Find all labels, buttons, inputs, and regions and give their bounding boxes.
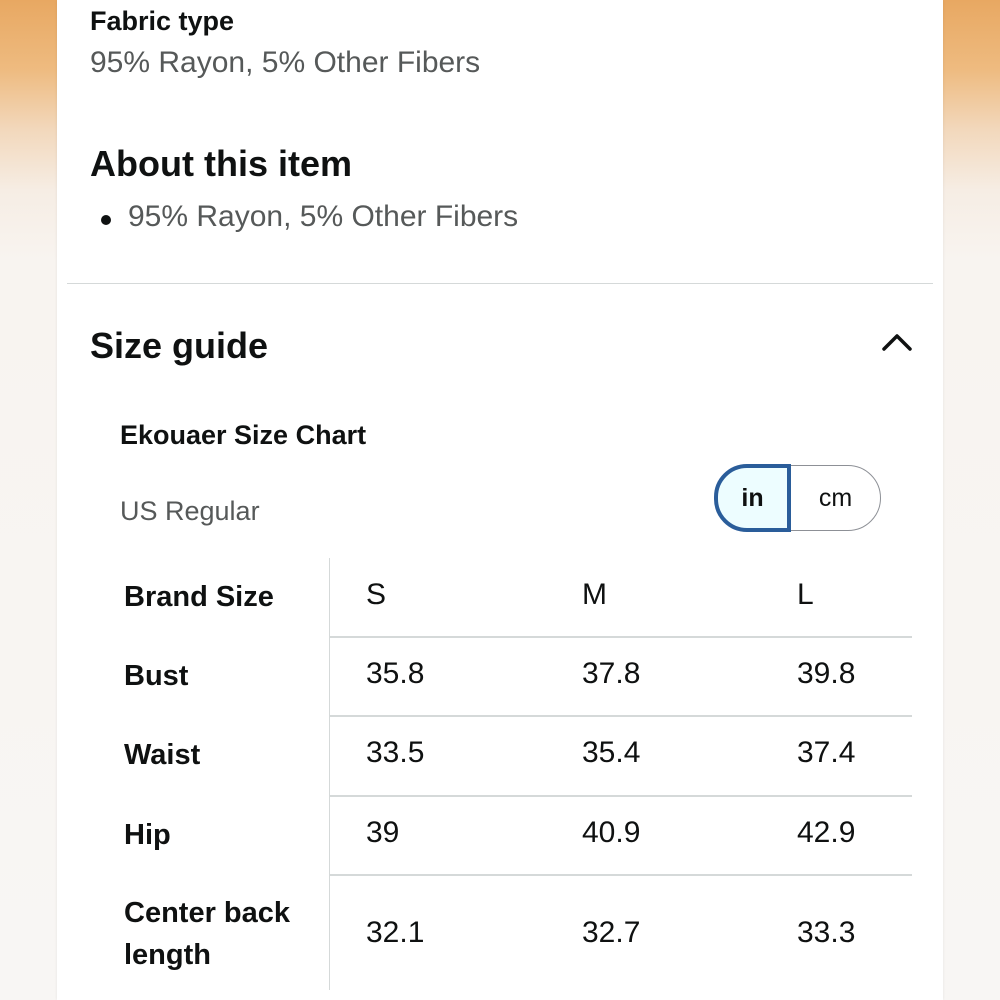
table-cell: 32.7: [582, 916, 641, 949]
unit-toggle: in cm: [714, 464, 881, 532]
unit-option-in[interactable]: in: [714, 464, 791, 532]
chevron-up-icon[interactable]: [880, 328, 914, 354]
size-region-label: US Regular: [120, 496, 260, 526]
table-row-divider: [330, 874, 912, 876]
table-cell: 42.9: [797, 816, 856, 849]
size-chart-table: Brand Size S M L Bust 35.8 37.8 39.8 Wai…: [110, 558, 912, 990]
fabric-type-label: Fabric type: [90, 6, 235, 36]
about-bullet-text: 95% Rayon, 5% Other Fibers: [128, 200, 519, 233]
row-label-center-back-length: Center back length: [124, 897, 291, 971]
table-row-divider: [330, 715, 912, 717]
row-label-hip: Hip: [124, 819, 171, 851]
product-details-card: Fabric type 95% Rayon, 5% Other Fibers A…: [57, 0, 943, 1000]
table-cell: 39: [366, 816, 400, 849]
brand-size-header: Brand Size: [124, 581, 274, 613]
table-row-divider: [330, 795, 912, 797]
row-label-bust: Bust: [124, 660, 189, 692]
about-this-item-heading: About this item: [90, 143, 352, 184]
table-cell: 40.9: [582, 816, 641, 849]
table-cell: 32.1: [366, 916, 425, 949]
table-row-divider: [330, 636, 912, 638]
bullet-dot-icon: [101, 215, 111, 225]
unit-option-cm[interactable]: cm: [791, 466, 880, 530]
size-header-m: M: [582, 578, 607, 611]
table-cell: 35.8: [366, 657, 425, 690]
section-divider: [67, 283, 933, 284]
row-label-waist: Waist: [124, 739, 201, 771]
about-bullet-list: 95% Rayon, 5% Other Fibers: [90, 200, 518, 234]
size-header-l: L: [797, 578, 814, 611]
table-column-divider: [329, 558, 330, 990]
table-cell: 39.8: [797, 657, 856, 690]
table-cell: 33.3: [797, 916, 856, 949]
about-bullet-item: 95% Rayon, 5% Other Fibers: [90, 200, 518, 234]
size-guide-heading[interactable]: Size guide: [90, 325, 268, 367]
size-chart-title: Ekouaer Size Chart: [120, 420, 367, 450]
fabric-type-value: 95% Rayon, 5% Other Fibers: [90, 46, 481, 79]
table-cell: 37.4: [797, 736, 856, 769]
table-cell: 35.4: [582, 736, 641, 769]
table-cell: 33.5: [366, 736, 425, 769]
size-header-s: S: [366, 578, 387, 611]
table-cell: 37.8: [582, 657, 641, 690]
